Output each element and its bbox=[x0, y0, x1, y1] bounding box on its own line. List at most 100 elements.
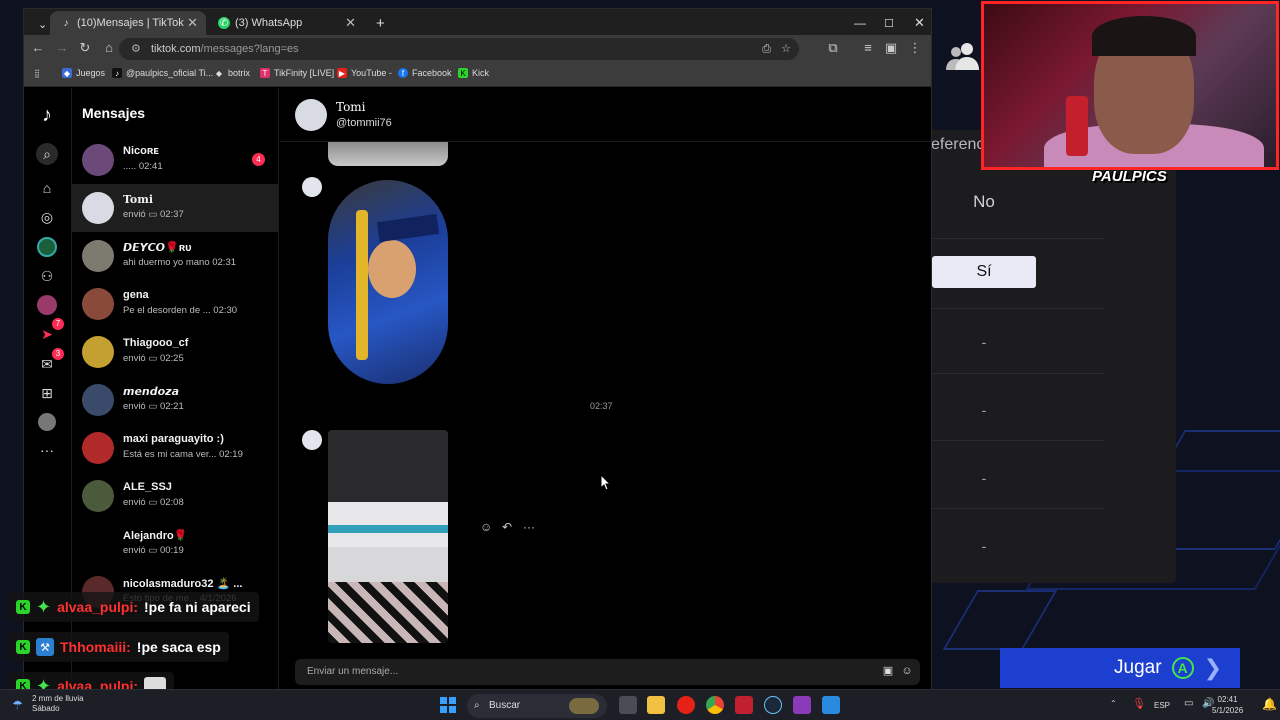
conversation-preview: Pe el desorden de ... 02:30 bbox=[123, 305, 238, 316]
streamer-logo: PAULPICS bbox=[1092, 168, 1167, 185]
option-yes-button[interactable]: Sí bbox=[932, 256, 1036, 288]
task-view-icon[interactable] bbox=[619, 696, 637, 714]
upload-icon[interactable]: ⊞ bbox=[36, 382, 58, 404]
inbox-icon[interactable]: ➤ 7 bbox=[36, 318, 64, 345]
conversation-item[interactable]: 𝙢𝙚𝙣𝙙𝙤𝙯𝙖 envió ▭ 02:21 bbox=[72, 376, 278, 424]
home-icon[interactable]: ⌂ bbox=[36, 177, 58, 199]
conversation-preview: ahi duermo yo mano 02:31 bbox=[123, 257, 237, 268]
microphone-icon[interactable]: 🎙 bbox=[1132, 697, 1146, 710]
weather-day: Sábado bbox=[32, 704, 60, 713]
menu-icon[interactable]: ⋮ bbox=[906, 40, 924, 56]
conversation-item[interactable]: maxi paraguayito :) Está es mi cama ver..… bbox=[72, 424, 278, 472]
tiktok-icon: ♪ bbox=[112, 68, 122, 78]
chat-contact-handle[interactable]: @tommii76 bbox=[336, 117, 392, 129]
conversation-name: Tomi bbox=[123, 193, 154, 206]
tab-strip: ⌄ ♪ (10)Mensajes | TikTok ✕ ✆ (3) WhatsA… bbox=[24, 9, 931, 35]
bookmark-tikfinity[interactable]: T TikFinity [LIVE] bbox=[260, 68, 334, 78]
conversation-name: Alejandro🌹 bbox=[123, 530, 188, 542]
file-explorer-icon[interactable] bbox=[647, 696, 665, 714]
bookmark-juegos[interactable]: ◆ Juegos bbox=[62, 68, 105, 78]
tab-tiktok[interactable]: ♪ (10)Mensajes | TikTok ✕ bbox=[50, 11, 206, 35]
react-icon[interactable]: ☺ bbox=[480, 520, 492, 534]
background-line bbox=[942, 590, 1058, 650]
profile-avatar-icon[interactable] bbox=[36, 411, 58, 433]
live-icon[interactable] bbox=[36, 236, 58, 258]
back-icon[interactable]: ← bbox=[29, 40, 47, 55]
image-message-graduation-photo[interactable] bbox=[328, 180, 448, 384]
language-indicator[interactable]: ESP bbox=[1154, 701, 1170, 710]
close-window-button[interactable]: ✕ bbox=[904, 11, 925, 35]
bookmark-youtube[interactable]: ▶ YouTube - bbox=[337, 68, 392, 78]
conversation-item[interactable]: ALE_SSJ envió ▭ 02:08 bbox=[72, 472, 278, 520]
tab-search-icon[interactable]: ⌄ bbox=[28, 12, 48, 36]
conversation-item[interactable]: Thiagooo_cf envió ▭ 02:25 bbox=[72, 328, 278, 376]
app-icon[interactable] bbox=[793, 696, 811, 714]
following-icon[interactable]: ⚇ bbox=[36, 265, 58, 287]
new-tab-button[interactable]: + bbox=[366, 11, 385, 35]
image-message-bed-photo[interactable] bbox=[328, 430, 448, 643]
kick-icon: K bbox=[16, 640, 30, 654]
windows-start-icon[interactable] bbox=[440, 697, 456, 713]
tiktok-logo-icon[interactable]: ♪ bbox=[36, 104, 58, 126]
media-icon[interactable]: ≡ bbox=[859, 40, 877, 55]
weather-widget[interactable]: 2 mm de lluvia Sábado bbox=[32, 694, 84, 714]
notepad-icon[interactable] bbox=[822, 696, 840, 714]
youtube-music-icon[interactable] bbox=[677, 696, 695, 714]
bookmark-star-icon[interactable]: ☆ bbox=[781, 38, 791, 60]
bookmark-tiktok[interactable]: ♪ @paulpics_oficial Ti... bbox=[112, 68, 213, 78]
reload-icon[interactable]: ↻ bbox=[76, 40, 94, 56]
bookmark-kick[interactable]: K Kick bbox=[458, 68, 489, 78]
profile-icon[interactable]: ▣ bbox=[882, 40, 900, 56]
explore-icon[interactable]: ◎ bbox=[36, 206, 58, 228]
divider bbox=[931, 440, 1104, 441]
avatar[interactable] bbox=[295, 99, 327, 131]
site-info-icon[interactable]: ⚙ bbox=[131, 38, 141, 60]
bookmark-botrix[interactable]: ◆ botrix bbox=[214, 68, 250, 78]
avatar bbox=[82, 528, 114, 560]
message-input[interactable]: Enviar un mensaje... ▣ ☺ bbox=[295, 659, 920, 685]
conversation-item[interactable]: gena Pe el desorden de ... 02:30 bbox=[72, 280, 278, 328]
steam-icon[interactable] bbox=[764, 696, 782, 714]
more-options-icon[interactable]: ··· bbox=[523, 520, 535, 534]
more-icon[interactable]: ··· bbox=[36, 439, 58, 461]
install-icon[interactable]: ⎙ bbox=[762, 38, 771, 60]
play-button[interactable]: Jugar A ❯ bbox=[1000, 648, 1240, 688]
weather-icon[interactable]: ☂ bbox=[12, 698, 23, 712]
reply-icon[interactable]: ↶ bbox=[502, 520, 512, 534]
maximize-button[interactable]: ☐ bbox=[874, 11, 894, 35]
tab-whatsapp[interactable]: ✆ (3) WhatsApp ✕ bbox=[208, 11, 364, 35]
extensions-icon[interactable]: ⧉ bbox=[824, 40, 842, 56]
conversation-item[interactable]: Nicoʀᴇ ..... 02:41 4 bbox=[72, 136, 278, 184]
chevron-up-icon[interactable]: ⌃ bbox=[1110, 699, 1117, 708]
photo-blanket bbox=[328, 582, 448, 643]
avatar bbox=[82, 432, 114, 464]
network-icon[interactable]: ▭ bbox=[1184, 698, 1193, 709]
conversation-item[interactable]: 𝘿𝙀𝙔𝘾𝙊🌹ʀᴜ ahi duermo yo mano 02:31 bbox=[72, 232, 278, 280]
option-no[interactable]: No bbox=[931, 192, 1037, 212]
tikfinity-icon: T bbox=[260, 68, 270, 78]
clock-date: 5/1/2026 bbox=[1212, 706, 1244, 715]
conversation-item[interactable]: Tomi envió ▭ 02:37 bbox=[72, 184, 278, 232]
address-bar[interactable]: tiktok.com/messages?lang=es ⚙ ⎙ ☆ bbox=[119, 38, 799, 60]
minimize-button[interactable]: — bbox=[844, 11, 866, 35]
chat-username: alvaa_pulpi: bbox=[57, 599, 139, 615]
close-tab-icon[interactable]: ✕ bbox=[345, 15, 356, 31]
taskbar-clock[interactable]: 02:41 5/1/2026 bbox=[1212, 694, 1243, 716]
image-message-partial[interactable] bbox=[328, 142, 448, 166]
taskbar-search[interactable]: ⌕ Buscar bbox=[467, 694, 607, 718]
notification-icon[interactable]: 🔔 bbox=[1262, 697, 1277, 711]
friends-avatar-icon[interactable] bbox=[36, 294, 58, 316]
image-attach-icon[interactable]: ▣ bbox=[881, 664, 895, 678]
close-tab-icon[interactable]: ✕ bbox=[187, 15, 198, 31]
emoji-icon[interactable]: ☺ bbox=[900, 664, 914, 678]
apps-icon[interactable]: ⣿ bbox=[32, 68, 42, 78]
forward-icon[interactable]: → bbox=[53, 40, 71, 55]
home-icon[interactable]: ⌂ bbox=[100, 40, 118, 55]
messages-icon[interactable]: ✉ 3 bbox=[36, 348, 64, 375]
voicemeeter-icon[interactable] bbox=[735, 696, 753, 714]
conversation-item[interactable]: Alejandro🌹 envió ▭ 00:19 bbox=[72, 520, 278, 568]
chat-contact-name[interactable]: Tomi bbox=[336, 100, 366, 114]
bookmark-facebook[interactable]: f Facebook bbox=[398, 68, 452, 78]
search-icon[interactable]: ⌕ bbox=[36, 143, 58, 165]
chrome-icon[interactable] bbox=[706, 696, 724, 714]
